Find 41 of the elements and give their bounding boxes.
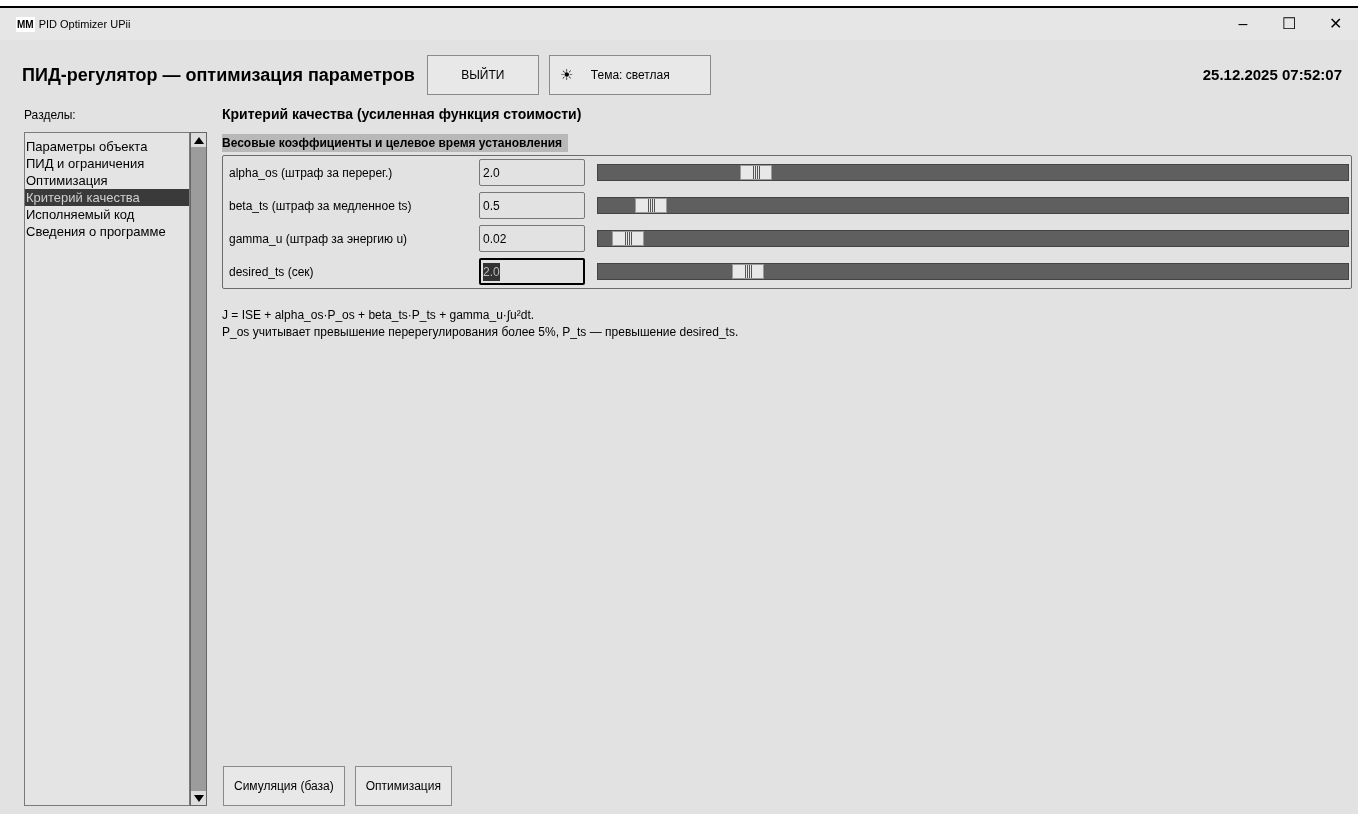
page-title: ПИД-регулятор — оптимизация параметров (22, 63, 415, 87)
slider-thumb[interactable] (634, 198, 667, 213)
param-label: alpha_os (штраф за перерег.) (228, 164, 394, 182)
slider[interactable] (597, 230, 1349, 247)
maximize-button[interactable]: ☐ (1266, 9, 1312, 39)
section-item[interactable]: Исполняемый код (25, 206, 189, 223)
slider-thumb[interactable] (612, 231, 644, 246)
param-label: gamma_u (штраф за энергию u) (228, 230, 409, 248)
formula-note: J = ISE + alpha_os·P_os + beta_ts·P_ts + gamma_u·∫u²dt. (222, 307, 536, 324)
scroll-up-icon[interactable] (193, 136, 204, 144)
scroll-down-icon[interactable] (193, 794, 204, 802)
datetime: 25.12.2025 07:52:07 (1202, 64, 1342, 85)
value-field[interactable]: 0.5 (479, 192, 585, 219)
group-title: Весовые коэффициенты и целевое время установления (222, 134, 569, 152)
close-button[interactable]: ✕ (1312, 9, 1358, 39)
slider[interactable] (597, 263, 1349, 280)
section-title: Критерий качества (усиленная функция стоимости) (222, 105, 583, 124)
formula-note: P_os учитывает превышение перерегулирования более 5%, P_ts — превышение desired_ts. (222, 324, 740, 341)
slider-thumb[interactable] (739, 165, 772, 180)
value-field[interactable]: 0.02 (479, 225, 585, 252)
slider-thumb[interactable] (732, 264, 764, 279)
theme-button[interactable]: ☀ Тема: светлая (548, 55, 711, 95)
sections-label: Разделы: (24, 107, 77, 124)
optimize-button[interactable]: Оптимизация (354, 766, 452, 806)
window-title: PID Optimizer UPii (38, 16, 131, 32)
slider[interactable] (597, 164, 1349, 181)
section-item[interactable]: ПИД и ограничения (25, 155, 189, 172)
param-label: desired_ts (сек) (228, 263, 315, 281)
value-field[interactable]: 2.0 (479, 159, 585, 186)
exit-button[interactable]: ВЫЙТИ (426, 55, 539, 95)
section-item[interactable]: Сведения о программе (25, 223, 189, 240)
param-label: beta_ts (штраф за медленное ts) (228, 197, 413, 215)
minimize-button[interactable]: – (1220, 9, 1266, 39)
section-item[interactable]: Критерий качества (25, 189, 189, 206)
scrollbar[interactable] (190, 132, 207, 806)
section-item[interactable]: Параметры объекта (25, 138, 189, 155)
app-logo: MM (16, 16, 35, 32)
simulation-button[interactable]: Симуляция (база) (223, 766, 345, 806)
section-item[interactable]: Оптимизация (25, 172, 189, 189)
value-field[interactable]: 2.0 (479, 258, 585, 285)
slider[interactable] (597, 197, 1349, 214)
